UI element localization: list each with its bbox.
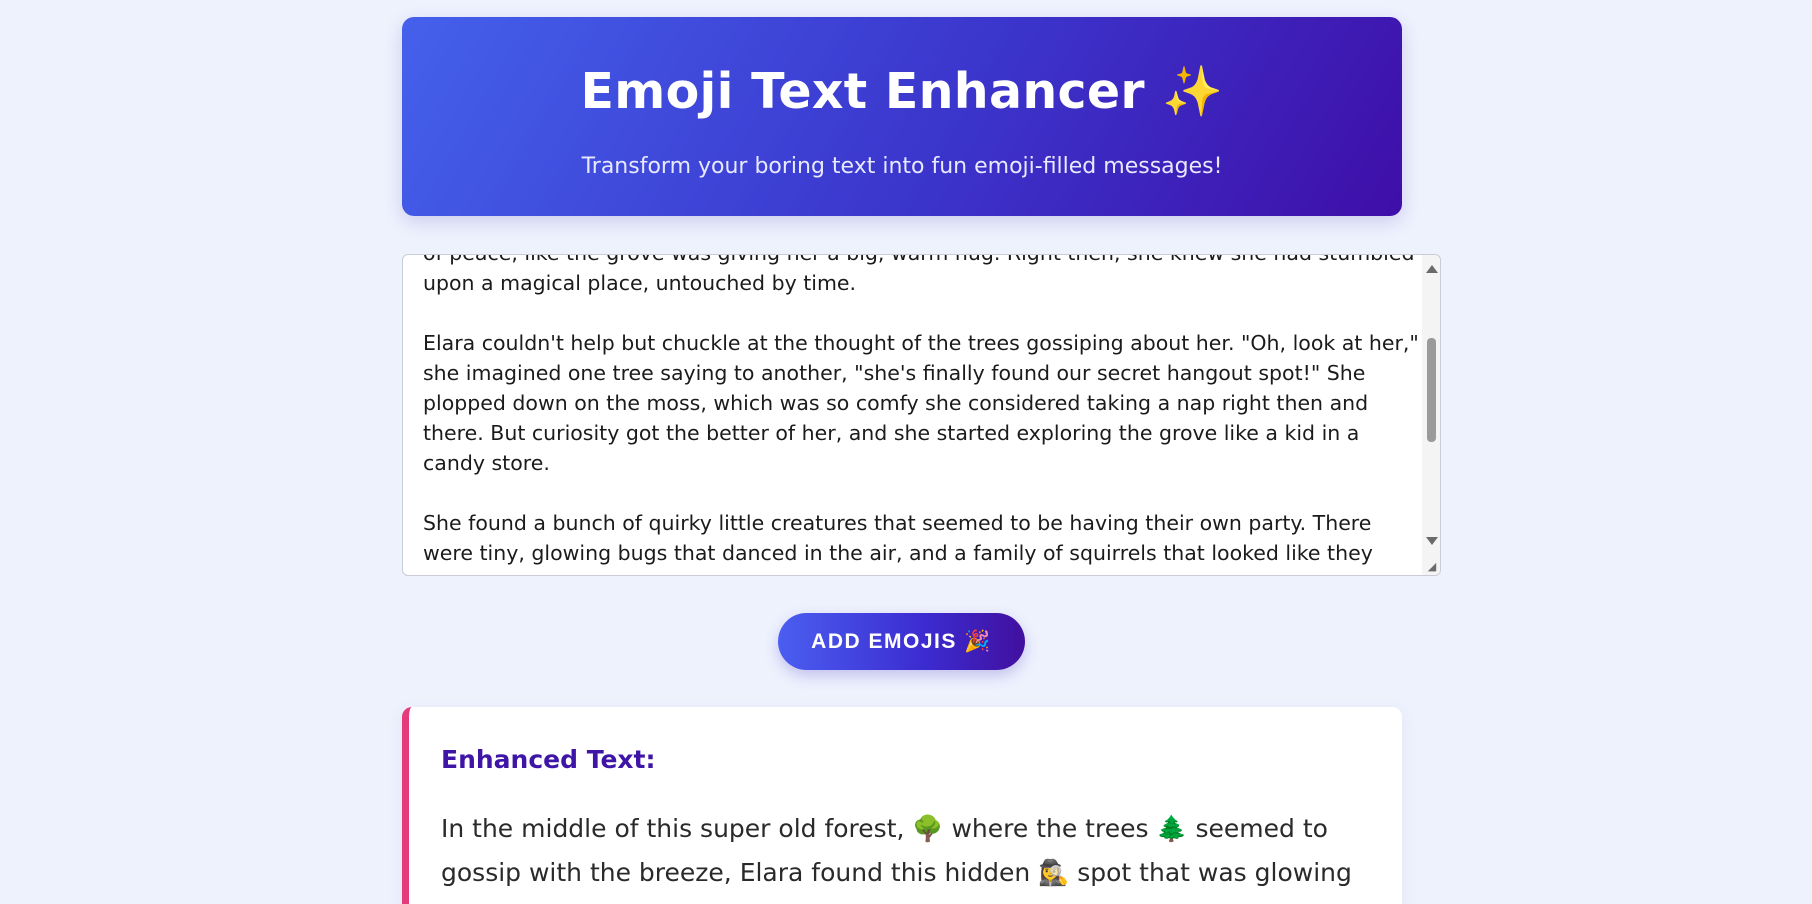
input-textarea[interactable]: of peace, like the grove was giving her … [402, 254, 1441, 576]
page-title-text: Emoji Text Enhancer [580, 63, 1145, 120]
sparkles-icon: ✨ [1162, 63, 1224, 120]
scroll-down-arrow-icon[interactable] [1426, 537, 1438, 545]
page-title: Emoji Text Enhancer ✨ [402, 63, 1402, 120]
textarea-scrollbar[interactable] [1422, 255, 1440, 575]
scroll-up-arrow-icon[interactable] [1426, 265, 1438, 273]
scrollbar-thumb[interactable] [1427, 338, 1436, 442]
enhanced-text-heading: Enhanced Text: [441, 745, 656, 774]
add-emojis-button[interactable]: ADD EMOJIS 🎉 [778, 613, 1025, 670]
enhanced-text-output: In the middle of this super old forest, … [441, 814, 1352, 904]
app-root: Emoji Text Enhancer ✨ Transform your bor… [0, 0, 1812, 904]
enhanced-text-card: Enhanced Text: In the middle of this sup… [402, 707, 1402, 904]
resize-handle-icon[interactable]: ◢ [1426, 561, 1438, 573]
page-subtitle: Transform your boring text into fun emoj… [581, 154, 1223, 179]
input-textarea-text[interactable]: of peace, like the grove was giving her … [423, 255, 1423, 575]
header-banner: Emoji Text Enhancer ✨ Transform your bor… [402, 17, 1402, 216]
